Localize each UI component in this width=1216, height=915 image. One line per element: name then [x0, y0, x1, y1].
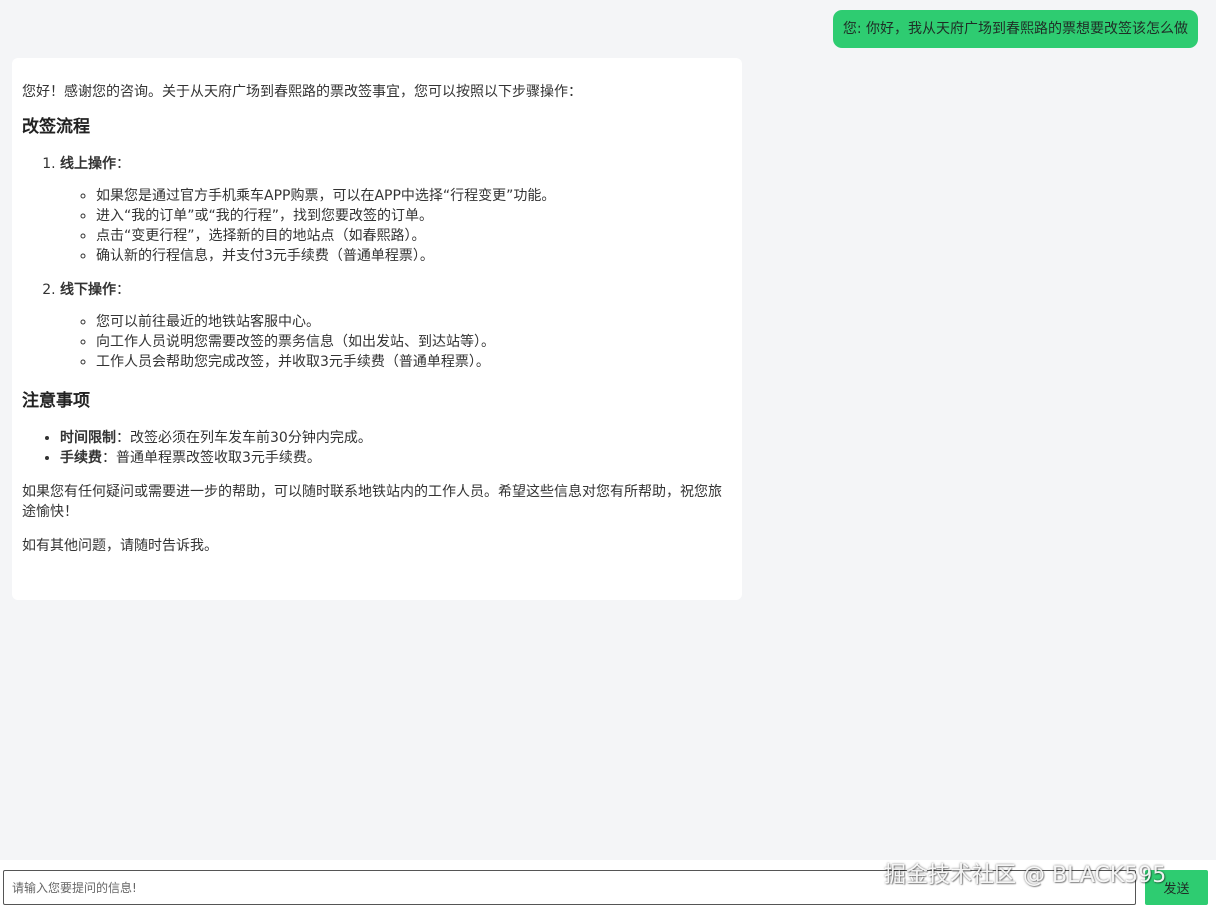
section-title-process: 改签流程	[22, 117, 90, 137]
bot-closing-text: 如果您有任何疑问或需要进一步的帮助，可以随时联系地铁站内的工作人员。希望这些信息…	[22, 484, 722, 520]
step-offline-sublist: 您可以前往最近的地铁站客服中心。 向工作人员说明您需要改签的票务信息（如出发站、…	[60, 312, 732, 372]
step-colon: ：	[116, 282, 130, 298]
input-bar: 发送	[0, 860, 1216, 915]
list-item: 工作人员会帮助您完成改签，并收取3元手续费（普通单程票）。	[96, 352, 732, 372]
send-button[interactable]: 发送	[1145, 870, 1208, 905]
list-item: 进入“我的订单”或“我的行程”，找到您要改签的订单。	[96, 206, 732, 226]
step-title: 线上操作	[60, 156, 116, 172]
bot-final-text: 如有其他问题，请随时告诉我。	[22, 538, 218, 554]
bot-message-bubble: 您好！感谢您的咨询。关于从天府广场到春熙路的票改签事宜，您可以按照以下步骤操作：…	[12, 58, 742, 600]
bot-intro-text: 您好！感谢您的咨询。关于从天府广场到春熙路的票改签事宜，您可以按照以下步骤操作：	[22, 84, 582, 100]
step-title: 线下操作	[60, 282, 116, 298]
user-message-text: 您: 你好，我从天府广场到春熙路的票想要改签该怎么做	[842, 21, 1188, 37]
step-online-sublist: 如果您是通过官方手机乘车APP购票，可以在APP中选择“行程变更”功能。 进入“…	[60, 186, 732, 266]
note-text: ：改签必须在列车发车前30分钟内完成。	[116, 430, 372, 446]
step-offline: 线下操作： 您可以前往最近的地铁站客服中心。 向工作人员说明您需要改签的票务信息…	[60, 280, 732, 372]
note-label: 时间限制	[60, 430, 116, 446]
note-label: 手续费	[60, 450, 102, 466]
notes-list: 时间限制：改签必须在列车发车前30分钟内完成。 手续费：普通单程票改签收取3元手…	[22, 428, 732, 468]
process-steps-list: 线上操作： 如果您是通过官方手机乘车APP购票，可以在APP中选择“行程变更”功…	[22, 154, 732, 372]
section-title-notes: 注意事项	[22, 391, 90, 411]
note-fee: 手续费：普通单程票改签收取3元手续费。	[60, 448, 732, 468]
step-colon: ：	[116, 156, 130, 172]
list-item: 您可以前往最近的地铁站客服中心。	[96, 312, 732, 332]
list-item: 向工作人员说明您需要改签的票务信息（如出发站、到达站等）。	[96, 332, 732, 352]
list-item: 点击“变更行程”，选择新的目的地站点（如春熙路）。	[96, 226, 732, 246]
step-online: 线上操作： 如果您是通过官方手机乘车APP购票，可以在APP中选择“行程变更”功…	[60, 154, 732, 266]
note-text: ：普通单程票改签收取3元手续费。	[102, 450, 321, 466]
list-item: 确认新的行程信息，并支付3元手续费（普通单程票）。	[96, 246, 732, 266]
chat-area: 您: 你好，我从天府广场到春熙路的票想要改签该怎么做 您好！感谢您的咨询。关于从…	[0, 0, 1216, 860]
list-item: 如果您是通过官方手机乘车APP购票，可以在APP中选择“行程变更”功能。	[96, 186, 732, 206]
message-input[interactable]	[3, 870, 1136, 905]
user-message-bubble: 您: 你好，我从天府广场到春熙路的票想要改签该怎么做	[832, 10, 1198, 48]
note-time-limit: 时间限制：改签必须在列车发车前30分钟内完成。	[60, 428, 732, 448]
